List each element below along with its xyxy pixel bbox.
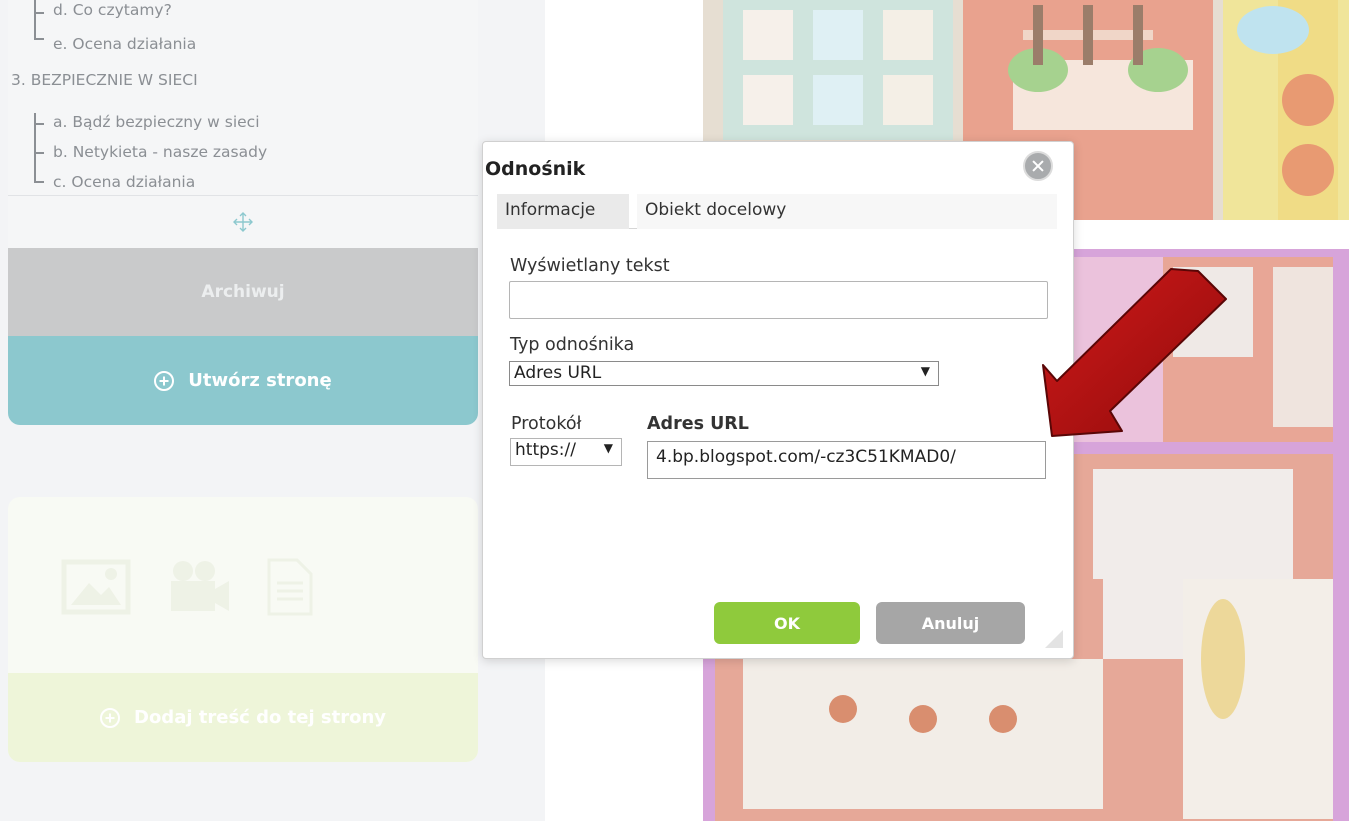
image-icon[interactable] <box>61 559 131 615</box>
document-icon[interactable] <box>265 557 315 617</box>
nav-item-co-czytamy[interactable]: d. Co czytamy? <box>53 1 172 19</box>
link-dialog: Odnośnik Informacje Obiekt docelowy Wyśw… <box>482 141 1074 659</box>
dropdown-caret-icon: ▼ <box>603 441 613 455</box>
protocol-label: Protokół <box>511 414 582 434</box>
create-page-label: Utwórz stronę <box>188 370 332 391</box>
tree-connector <box>34 123 44 125</box>
create-page-button[interactable]: Utwórz stronę <box>8 336 478 425</box>
video-icon[interactable] <box>163 559 233 615</box>
plus-circle-icon <box>100 707 120 728</box>
tab-obiekt-docelowy[interactable]: Obiekt docelowy <box>637 194 1057 229</box>
tree-connector <box>34 181 44 183</box>
add-content-label: Dodaj treść do tej strony <box>134 707 386 728</box>
close-icon[interactable] <box>1023 151 1053 181</box>
url-input[interactable]: 4.bp.blogspot.com/-cz3C51KMAD0/ <box>647 441 1046 479</box>
archive-button-label: Archiwuj <box>201 282 285 302</box>
page-root: d. Co czytamy? e. Ocena działania 3. BEZ… <box>0 0 1349 821</box>
tree-connector <box>34 0 36 39</box>
add-content-card: Dodaj treść do tej strony <box>8 497 478 762</box>
display-text-input[interactable] <box>509 281 1048 319</box>
cancel-button-label: Anuluj <box>921 613 980 633</box>
nav-item-badz-bezpieczny[interactable]: a. Bądź bezpieczny w sieci <box>53 113 260 131</box>
nav-item-netykieta[interactable]: b. Netykieta - nasze zasady <box>53 143 267 161</box>
nav-item-ocena-dzialania-2[interactable]: c. Ocena działania <box>53 173 195 191</box>
nav-item-ocena-dzialania[interactable]: e. Ocena działania <box>53 35 196 53</box>
move-icon <box>233 212 253 232</box>
page-tree: d. Co czytamy? e. Ocena działania 3. BEZ… <box>8 0 478 195</box>
ok-button-label: OK <box>774 613 800 633</box>
link-type-label: Typ odnośnika <box>510 335 635 355</box>
tree-connector <box>34 38 44 40</box>
tab-informacje[interactable]: Informacje <box>497 194 629 229</box>
dialog-title: Odnośnik <box>485 158 586 180</box>
plus-circle-icon <box>154 370 175 391</box>
link-type-select[interactable]: Adres URL ▼ <box>509 361 939 386</box>
nav-item-bezpiecznie-w-sieci[interactable]: 3. BEZPIECZNIE W SIECI <box>11 71 198 89</box>
dialog-tabbar: Informacje Obiekt docelowy <box>497 194 1057 229</box>
protocol-select[interactable]: https:// ▼ <box>510 438 622 466</box>
tree-connector <box>34 152 44 154</box>
resize-handle-icon[interactable] <box>1045 630 1063 648</box>
media-icons-row <box>8 549 478 624</box>
sidebar: d. Co czytamy? e. Ocena działania 3. BEZ… <box>0 0 545 821</box>
display-text-label: Wyświetlany tekst <box>510 256 670 276</box>
protocol-value: https:// <box>515 440 576 460</box>
dropdown-caret-icon: ▼ <box>920 364 930 378</box>
cancel-button[interactable]: Anuluj <box>876 602 1025 644</box>
page-navigation-card: d. Co czytamy? e. Ocena działania 3. BEZ… <box>8 0 478 425</box>
add-content-button[interactable]: Dodaj treść do tej strony <box>8 673 478 762</box>
move-handle[interactable] <box>8 195 478 248</box>
link-type-value: Adres URL <box>514 363 602 383</box>
archive-button[interactable]: Archiwuj <box>8 248 478 336</box>
url-label: Adres URL <box>647 414 749 434</box>
ok-button[interactable]: OK <box>714 602 860 644</box>
tree-connector <box>34 12 44 14</box>
